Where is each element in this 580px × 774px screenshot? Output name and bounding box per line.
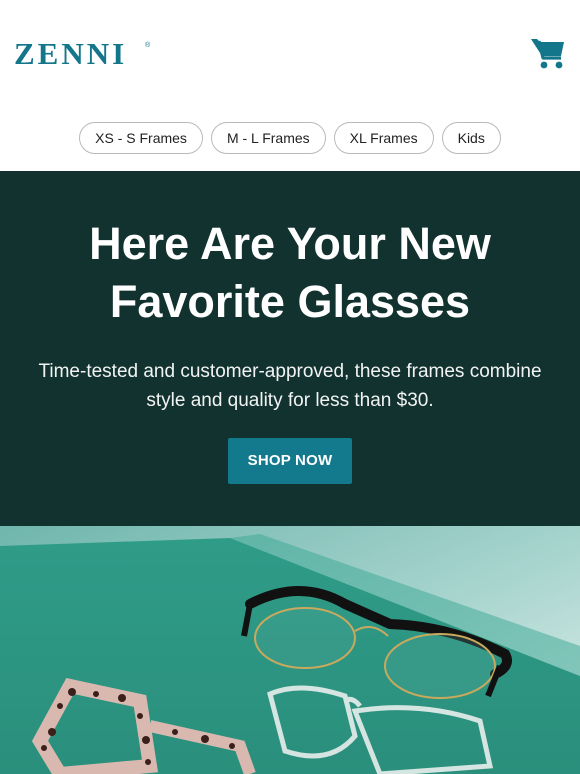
shop-now-button[interactable]: SHOP NOW bbox=[228, 438, 352, 484]
nav-pill-kids[interactable]: Kids bbox=[441, 122, 501, 154]
zenni-logo[interactable]: ZENNI ® bbox=[14, 38, 154, 68]
nav-pill-xs-s-frames[interactable]: XS - S Frames bbox=[79, 122, 203, 154]
svg-text:ZENNI: ZENNI bbox=[14, 38, 127, 68]
svg-text:®: ® bbox=[145, 41, 151, 49]
glasses-product-photo[interactable] bbox=[0, 526, 580, 774]
hero-headline: Here Are Your New Favorite Glasses bbox=[89, 218, 491, 327]
hero-banner: Here Are Your New Favorite Glasses Time-… bbox=[0, 171, 580, 526]
nav-pill-m-l-frames[interactable]: M - L Frames bbox=[210, 122, 326, 154]
hero-body-text: Time-tested and customer-approved, these… bbox=[38, 361, 542, 411]
nav-pill-xl-frames[interactable]: XL Frames bbox=[333, 122, 434, 154]
frame-size-nav: XS - S Frames M - L Frames XL Frames Kid… bbox=[0, 106, 580, 171]
email-header: ZENNI ® bbox=[0, 0, 580, 106]
shopping-cart-icon[interactable] bbox=[530, 36, 566, 70]
